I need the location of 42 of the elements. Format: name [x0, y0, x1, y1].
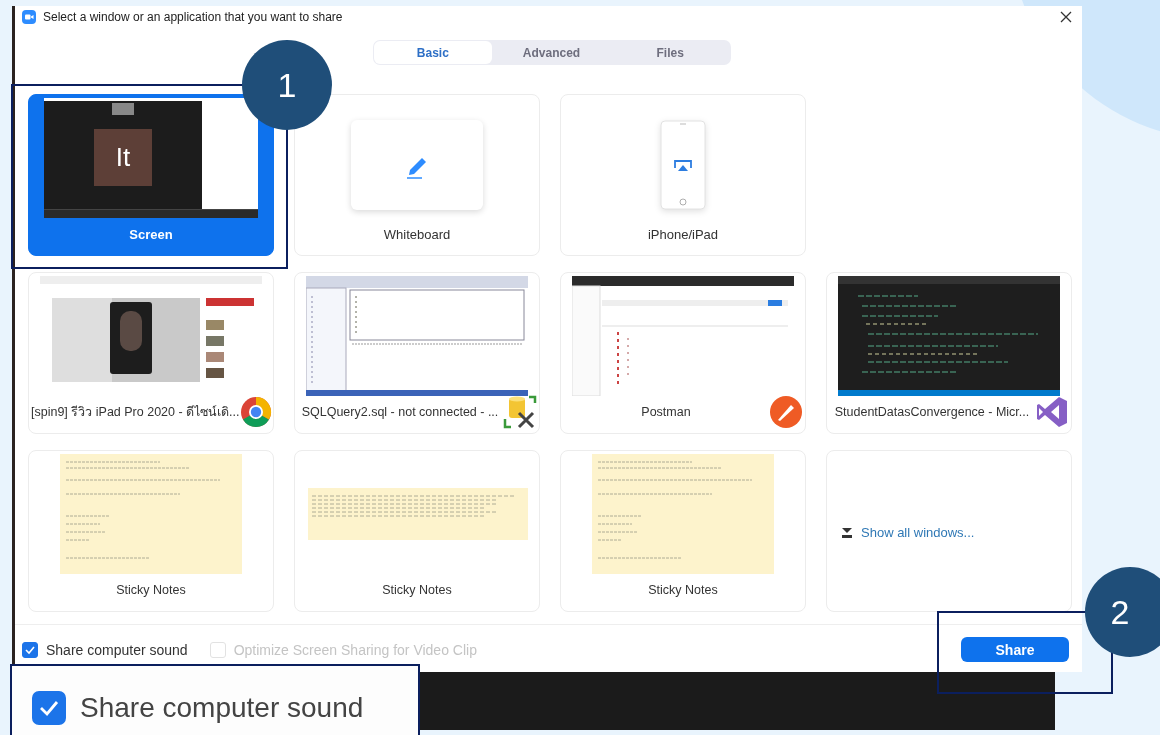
- pen-badge-icon: [769, 395, 803, 429]
- tile-label: StudentDatasConvergence - Micr...: [833, 405, 1031, 419]
- tile-label: iPhone/iPad: [647, 227, 719, 242]
- tab[interactable]: Advanced: [492, 41, 611, 64]
- tile-label: Screen: [129, 227, 173, 242]
- avatar-tile: It: [94, 129, 152, 186]
- share-tile[interactable]: Postman: [560, 272, 806, 434]
- checkbox-label: Share computer sound: [80, 691, 364, 725]
- ribbon-logo-icon: [1035, 395, 1069, 429]
- share-tile[interactable]: Sticky Notes: [28, 450, 274, 612]
- ring-logo-icon: [239, 396, 272, 428]
- video-thumbnail: [112, 103, 134, 115]
- checkbox-label: Share computer sound: [46, 641, 188, 658]
- tile-label: SQLQuery2.sql - not connected - ...: [300, 405, 500, 419]
- share-tile[interactable]: Sticky Notes: [560, 450, 806, 612]
- tile-label: Postman: [640, 405, 692, 419]
- step-marker: 2: [1085, 567, 1160, 657]
- tab[interactable]: Basic: [373, 41, 493, 64]
- window-title: Select a window or an application that you want to share: [43, 10, 344, 24]
- share-tile[interactable]: StudentDatasConvergence - Micr...: [826, 272, 1072, 434]
- show-all-link[interactable]: Show all windows...: [861, 525, 975, 540]
- camera-icon: [22, 10, 36, 24]
- checkbox[interactable]: [22, 641, 38, 658]
- close-icon[interactable]: [1060, 11, 1072, 23]
- share-button[interactable]: Share: [961, 637, 1069, 662]
- share-tile[interactable]: Sticky Notes: [294, 450, 540, 612]
- expand-icon: [841, 526, 853, 539]
- tile-label: Whiteboard: [383, 227, 451, 242]
- share-tile[interactable]: It Screen: [28, 94, 274, 256]
- phone-icon: [660, 120, 706, 210]
- share-tile[interactable]: Whiteboard: [294, 94, 540, 256]
- share-tile[interactable]: SQLQuery2.sql - not connected - ...: [294, 272, 540, 434]
- share-tile[interactable]: [spin9] รีวิว iPad Pro 2020 - ดีไซน์เดิ...: [28, 272, 274, 434]
- checkbox-label: Optimize Screen Sharing for Video Clip: [233, 641, 477, 658]
- tile-label: [spin9] รีวิว iPad Pro 2020 - ดีไซน์เดิ...: [31, 404, 240, 421]
- database-tools-icon: [503, 395, 537, 429]
- tile-label: Sticky Notes: [647, 582, 719, 597]
- share-tile[interactable]: Show all windows...: [826, 450, 1072, 612]
- tile-label: Sticky Notes: [381, 582, 453, 597]
- tab[interactable]: Files: [610, 41, 730, 64]
- tile-label: Sticky Notes: [115, 582, 187, 597]
- share-tile[interactable]: iPhone/iPad: [560, 94, 806, 256]
